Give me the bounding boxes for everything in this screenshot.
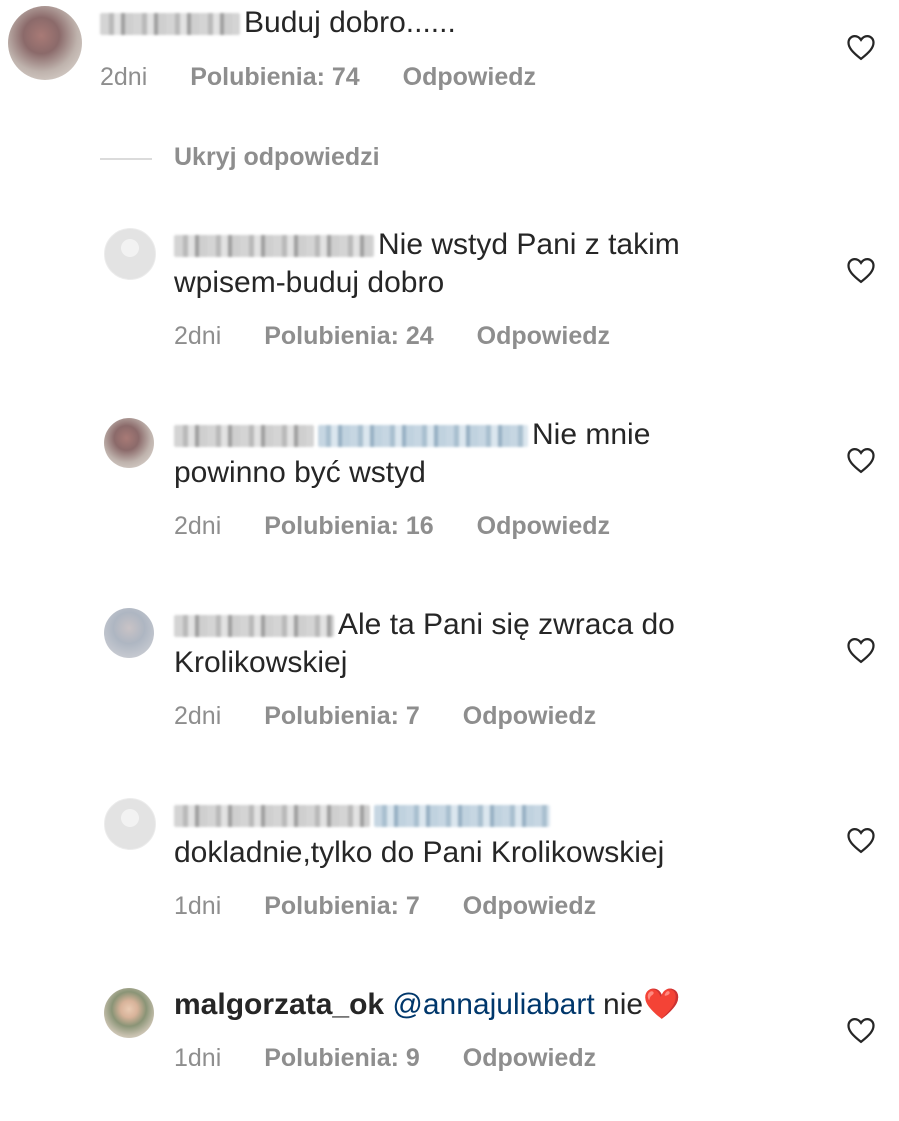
comment-meta: 2dni Polubienia: 24 Odpowiedz bbox=[174, 322, 610, 351]
comment-text: Buduj dobro...... bbox=[100, 4, 456, 42]
heart-outline-icon[interactable] bbox=[846, 446, 876, 474]
comment-time: 2dni bbox=[174, 512, 222, 540]
blurred-username[interactable] bbox=[100, 13, 240, 36]
likes-count[interactable]: Polubienia: 74 bbox=[190, 63, 360, 92]
comment-text: Nie mnie powinno być wstyd bbox=[174, 418, 651, 489]
hide-replies-button[interactable]: Ukryj odpowiedzi bbox=[174, 143, 380, 172]
comment-time: 2dni bbox=[100, 63, 148, 91]
heart-outline-icon[interactable] bbox=[846, 636, 876, 664]
avatar[interactable] bbox=[104, 228, 156, 280]
red-heart-emoji: ❤️ bbox=[643, 988, 681, 1021]
comment-time: 2dni bbox=[174, 702, 222, 730]
likes-count[interactable]: Polubienia: 16 bbox=[264, 512, 434, 541]
comment-meta: 2dni Polubienia: 7 Odpowiedz bbox=[174, 702, 596, 731]
avatar[interactable] bbox=[104, 988, 154, 1038]
comment-meta: 2dni Polubienia: 16 Odpowiedz bbox=[174, 512, 610, 541]
blurred-username[interactable] bbox=[174, 805, 370, 828]
comment-username[interactable]: malgorzata_ok bbox=[174, 988, 384, 1021]
blurred-username[interactable] bbox=[174, 615, 334, 638]
likes-count[interactable]: Polubienia: 24 bbox=[264, 322, 434, 351]
comment-time: 1dni bbox=[174, 892, 222, 920]
likes-count[interactable]: Polubienia: 7 bbox=[264, 702, 420, 731]
comment-meta: 1dni Polubienia: 7 Odpowiedz bbox=[174, 892, 596, 921]
avatar[interactable] bbox=[104, 418, 154, 468]
comment-text: Ale ta Pani się zwraca do Krolikowskiej bbox=[174, 608, 675, 679]
reply-button[interactable]: Odpowiedz bbox=[477, 322, 610, 351]
comment-text: malgorzata_ok @annajuliabart nie❤️ bbox=[174, 988, 681, 1021]
reply-button[interactable]: Odpowiedz bbox=[477, 512, 610, 541]
heart-outline-icon[interactable] bbox=[846, 33, 876, 61]
heart-outline-icon[interactable] bbox=[846, 826, 876, 854]
blurred-mention[interactable] bbox=[374, 805, 550, 828]
comment-meta: 2dni Polubienia: 74 Odpowiedz bbox=[100, 63, 536, 92]
avatar[interactable] bbox=[104, 798, 156, 850]
likes-count[interactable]: Polubienia: 7 bbox=[264, 892, 420, 921]
comment-meta: 1dni Polubienia: 9 Odpowiedz bbox=[174, 1044, 596, 1073]
heart-outline-icon[interactable] bbox=[846, 256, 876, 284]
avatar[interactable] bbox=[104, 608, 154, 658]
reply-button[interactable]: Odpowiedz bbox=[403, 63, 536, 92]
comment-mention[interactable]: @annajuliabart bbox=[392, 988, 594, 1021]
comment-text: Nie wstyd Pani z takim wpisem-buduj dobr… bbox=[174, 228, 680, 299]
comment-text: dokladnie,tylko do Pani Krolikowskiej bbox=[174, 796, 774, 872]
heart-outline-icon[interactable] bbox=[846, 1016, 876, 1044]
hide-replies-line bbox=[100, 158, 152, 160]
blurred-username[interactable] bbox=[174, 235, 374, 258]
avatar[interactable] bbox=[8, 6, 82, 80]
comment-time: 2dni bbox=[174, 322, 222, 350]
likes-count[interactable]: Polubienia: 9 bbox=[264, 1044, 420, 1073]
reply-button[interactable]: Odpowiedz bbox=[463, 1044, 596, 1073]
reply-button[interactable]: Odpowiedz bbox=[463, 892, 596, 921]
reply-button[interactable]: Odpowiedz bbox=[463, 702, 596, 731]
comment-time: 1dni bbox=[174, 1044, 222, 1072]
blurred-mention[interactable] bbox=[318, 425, 528, 448]
blurred-username[interactable] bbox=[174, 425, 314, 448]
